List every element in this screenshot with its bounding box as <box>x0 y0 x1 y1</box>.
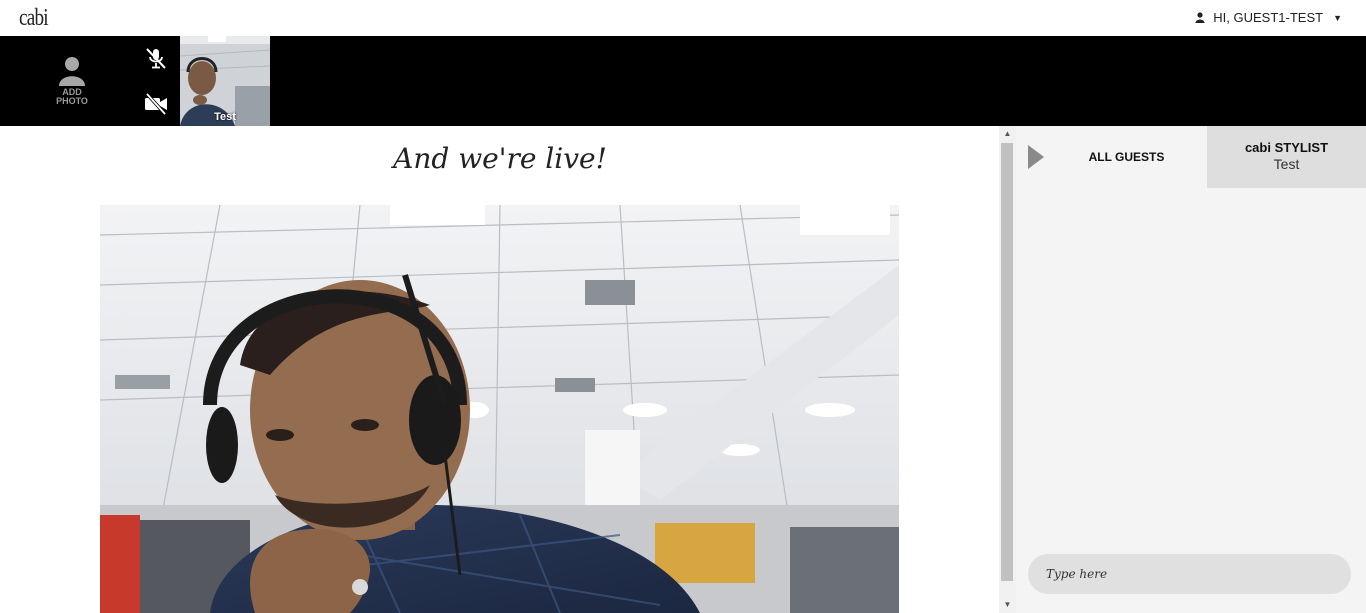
top-header: cabi HI, GUEST1-TEST ▼ <box>0 0 1366 36</box>
scroll-up-icon[interactable]: ▲ <box>1003 130 1012 138</box>
cabi-logo[interactable]: cabi <box>19 5 49 32</box>
user-silhouette-icon <box>59 57 85 86</box>
microphone-muted-icon <box>146 48 166 69</box>
mute-microphone-button[interactable] <box>143 46 169 72</box>
user-menu[interactable]: HI, GUEST1-TEST ▼ <box>1195 10 1342 25</box>
add-photo-button[interactable]: ADD PHOTO <box>40 56 104 116</box>
tab-cabi-stylist[interactable]: cabi STYLIST Test <box>1207 126 1366 188</box>
play-triangle-icon <box>1028 145 1044 169</box>
scrollbar-thumb[interactable] <box>1001 143 1013 581</box>
camera-off-icon <box>145 92 167 116</box>
live-headline: And we're live! <box>393 142 607 175</box>
participant-name: Test <box>214 111 236 123</box>
self-video-thumbnail[interactable]: Test <box>180 36 270 126</box>
main-scrollbar[interactable]: ▲ ▼ <box>999 126 1016 613</box>
caret-down-icon: ▼ <box>1333 12 1342 23</box>
tab-stylist-title: cabi STYLIST <box>1244 140 1329 155</box>
user-icon <box>1195 12 1205 23</box>
chat-message-input[interactable] <box>1028 554 1351 594</box>
user-greeting: HI, GUEST1-TEST <box>1213 10 1324 25</box>
add-photo-label: ADD PHOTO <box>56 87 88 106</box>
main-video-feed[interactable] <box>100 205 899 613</box>
chat-panel: ALL GUESTS cabi STYLIST Test <box>1016 126 1366 613</box>
toggle-camera-button[interactable] <box>143 91 169 117</box>
collapse-panel-button[interactable] <box>1027 145 1045 169</box>
chat-tabs: ALL GUESTS cabi STYLIST Test <box>1016 126 1366 188</box>
tab-stylist-name: Test <box>1273 156 1300 172</box>
presenter-video-image <box>100 205 899 613</box>
tab-all-guests[interactable]: ALL GUESTS <box>1046 126 1207 188</box>
participants-strip: ADD PHOTO Test <box>0 36 1366 126</box>
scroll-down-icon[interactable]: ▼ <box>1003 601 1012 609</box>
